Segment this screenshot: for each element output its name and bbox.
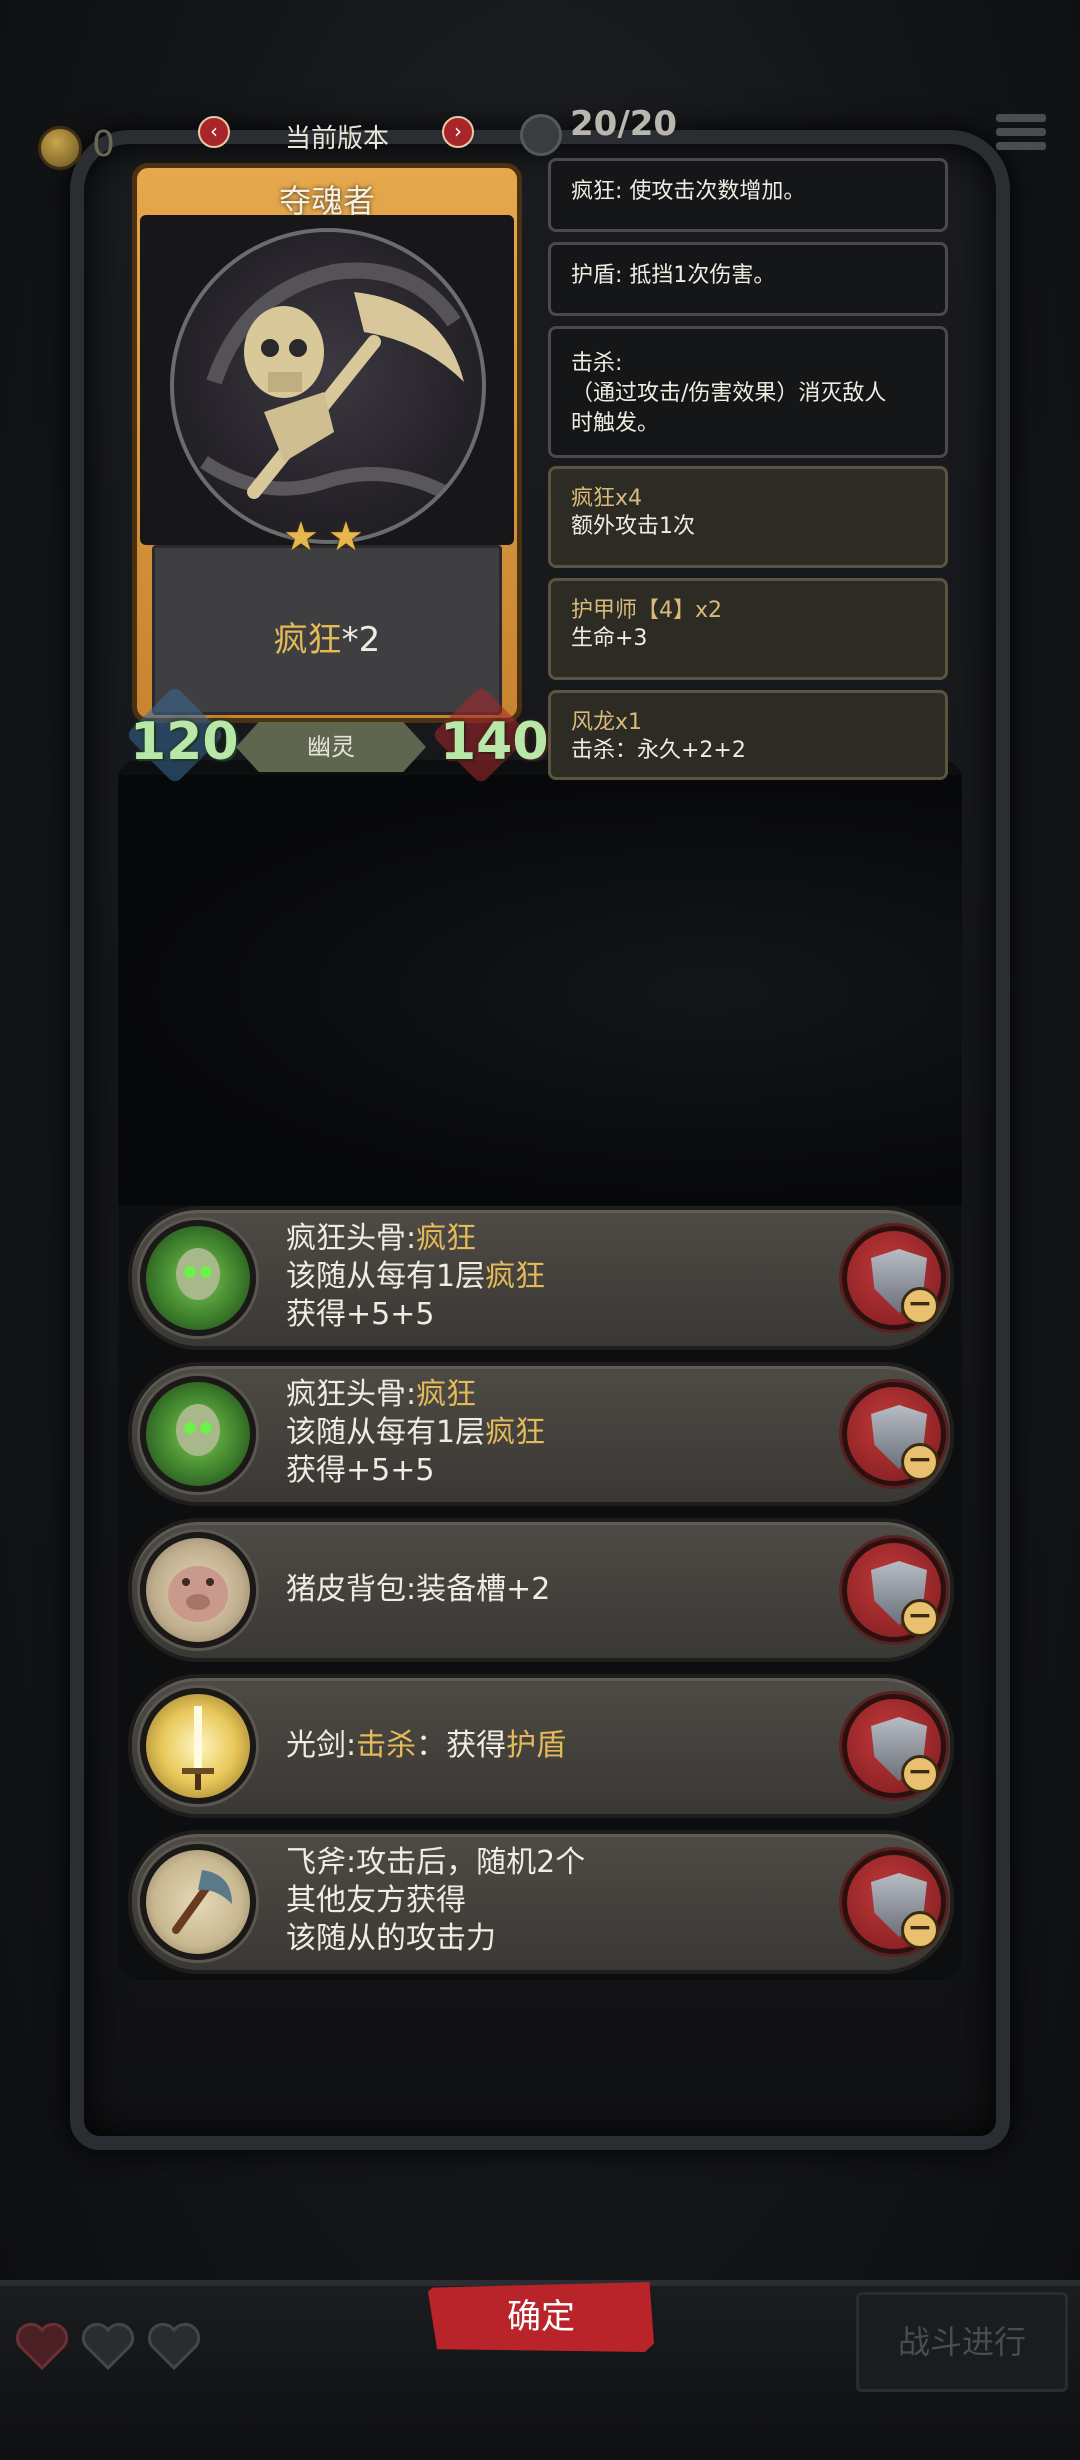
minus-icon: − [901, 1287, 939, 1325]
star-icon: ★ [328, 514, 364, 560]
minus-icon: − [901, 1599, 939, 1637]
tooltip-shield: 护盾: 抵挡1次伤害。 [548, 242, 948, 316]
buff-frenzy: 疯狂x4 额外攻击1次 [548, 466, 948, 568]
flying-axe-icon [140, 1844, 256, 1960]
coin-count: 0 [92, 124, 115, 165]
item-keyword: 疯狂 [485, 1259, 546, 1294]
buff-desc: 生命+3 [571, 626, 648, 651]
minus-icon: − [901, 1755, 939, 1793]
item-name: 疯狂头骨 [286, 1377, 406, 1412]
remove-equipment-button[interactable]: − [842, 1694, 946, 1798]
item-keyword: 疯狂 [416, 1221, 477, 1256]
equipment-text: 疯狂头骨:疯狂 该随从每有1层疯狂 获得+5+5 [286, 1220, 545, 1334]
item-desc: ：获得 [416, 1728, 507, 1763]
health-value: 140 [440, 712, 549, 772]
coin-icon [38, 126, 82, 170]
tooltip-line: 护盾: 抵挡1次伤害。 [571, 263, 776, 288]
version-next-button[interactable]: › [442, 116, 474, 148]
item-keyword: 护盾 [506, 1728, 567, 1763]
version-label: 当前版本 [285, 124, 390, 154]
item-keyword: 疯狂 [416, 1377, 477, 1412]
heart-icon [147, 2322, 201, 2371]
remove-equipment-button[interactable]: − [842, 1538, 946, 1642]
light-sword-icon [140, 1688, 256, 1804]
chevron-right-icon: › [454, 119, 462, 143]
item-desc: 该随从每有1层 [286, 1259, 486, 1294]
tooltip-line: 疯狂: 使攻击次数增加。 [571, 179, 806, 204]
star-icon: ★ [283, 514, 319, 560]
card-name: 夺魂者 [278, 182, 375, 220]
item-desc: 获得+5+5 [286, 1297, 435, 1332]
equipment-text: 猪皮背包:装备槽+2 [286, 1572, 551, 1607]
item-keyword: 疯狂 [485, 1415, 546, 1450]
version-prev-button[interactable]: ‹ [198, 116, 230, 148]
ability-multiplier: *2 [341, 620, 381, 660]
item-sep: : [406, 1221, 417, 1256]
remove-equipment-button[interactable]: − [842, 1850, 946, 1954]
frenzy-skull-icon [140, 1376, 256, 1492]
heart-icon [81, 2322, 135, 2371]
item-desc: 该随从每有1层 [286, 1415, 486, 1450]
item-sep: : [406, 1377, 417, 1412]
tooltip-line: 击杀: [571, 351, 623, 376]
remove-equipment-button[interactable]: − [842, 1226, 946, 1330]
empty-area [118, 775, 962, 1205]
pig-backpack-icon [140, 1532, 256, 1648]
item-desc: 该随从的攻击力 [286, 1921, 496, 1956]
buff-armorer: 护甲师【4】x2 生命+3 [548, 578, 948, 680]
reaper-skeleton-art [170, 228, 486, 544]
menu-icon[interactable] [996, 114, 1046, 158]
tooltip-kill: 击杀: （通过攻击/伤害效果）消灭敌人 时触发。 [548, 326, 948, 458]
item-desc: 其他友方获得 [286, 1883, 466, 1918]
equipment-text: 飞斧:攻击后，随机2个 其他友方获得 该随从的攻击力 [286, 1844, 585, 1958]
tooltip-frenzy: 疯狂: 使攻击次数增加。 [548, 158, 948, 232]
frenzy-skull-icon [140, 1220, 256, 1336]
buff-wind-dragon: 风龙x1 击杀：永久+2+2 [548, 690, 948, 780]
equipment-text: 光剑:击杀：获得护盾 [286, 1727, 566, 1765]
heart-icon [15, 2322, 69, 2371]
attack-value: 120 [130, 712, 239, 772]
chevron-left-icon: ‹ [210, 119, 218, 143]
item-desc: 获得+5+5 [286, 1453, 435, 1488]
buff-desc: 击杀：永久+2+2 [571, 738, 746, 763]
battle-button[interactable]: 战斗进行 [856, 2292, 1068, 2392]
tooltip-line: （通过攻击/伤害效果）消灭敌人 [571, 381, 887, 406]
ability-name: 疯狂 [273, 620, 342, 660]
item-keyword: 击杀 [356, 1728, 417, 1763]
buff-title: 护甲师【4】x2 [571, 598, 723, 623]
tribe-badge: 幽灵 [236, 722, 426, 772]
confirm-button[interactable]: 确定 [428, 2282, 654, 2352]
buff-title: 风龙x1 [571, 710, 643, 735]
item-desc: 飞斧:攻击后，随机2个 [286, 1845, 586, 1880]
buff-title: 疯狂x4 [571, 486, 643, 511]
turn-icon [520, 114, 562, 156]
turn-counter: 20/20 [570, 104, 678, 144]
remove-equipment-button[interactable]: − [842, 1382, 946, 1486]
equipment-text: 疯狂头骨:疯狂 该随从每有1层疯狂 获得+5+5 [286, 1376, 545, 1490]
minus-icon: − [901, 1911, 939, 1949]
item-name: 疯狂头骨 [286, 1221, 406, 1256]
item-name: 光剑: [286, 1728, 357, 1763]
minus-icon: − [901, 1443, 939, 1481]
buff-desc: 额外攻击1次 [571, 514, 695, 539]
tooltip-line: 时触发。 [571, 411, 660, 436]
card-ability: 疯狂*2 [152, 612, 502, 661]
